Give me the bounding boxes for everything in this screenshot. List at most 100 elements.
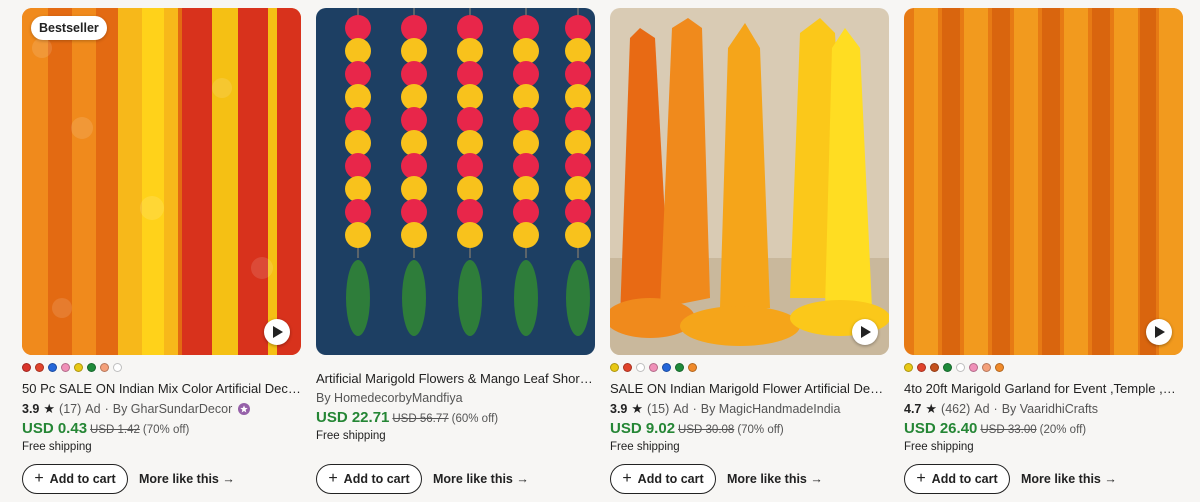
color-swatch[interactable] xyxy=(943,363,952,372)
color-swatches xyxy=(610,363,697,373)
listing-grid: Bestseller 50 Pc SALE ON Indian Mix Colo… xyxy=(22,8,1200,502)
rating-value: 4.7 xyxy=(904,402,922,416)
shop-name[interactable]: By VaaridhiCrafts xyxy=(1002,402,1098,416)
color-swatch[interactable] xyxy=(610,363,619,372)
ad-label: Ad xyxy=(974,402,990,416)
price-row: USD 26.40 USD 33.00 (20% off) xyxy=(904,420,1086,437)
color-swatch[interactable] xyxy=(930,363,939,372)
listing-image[interactable] xyxy=(904,8,1183,355)
listing-image[interactable]: Bestseller xyxy=(22,8,301,355)
more-like-this-link[interactable]: More like this → xyxy=(1021,472,1117,486)
color-swatch[interactable] xyxy=(982,363,991,372)
discount-label: (70% off) xyxy=(737,424,784,436)
star-icon: ★ xyxy=(925,401,938,416)
rating-value: 3.9 xyxy=(22,402,40,416)
original-price: USD 56.77 xyxy=(392,413,449,425)
color-swatch[interactable] xyxy=(904,363,913,372)
shop-name[interactable]: By GharSundarDecor xyxy=(113,402,233,416)
discount-label: (60% off) xyxy=(451,413,499,425)
play-icon xyxy=(861,326,871,338)
rating-row: 4.7 ★ (462) Ad · By VaaridhiCrafts xyxy=(904,401,1098,417)
listing-card[interactable]: 4to 20ft Marigold Garland for Event ,Tem… xyxy=(904,8,1183,502)
add-to-cart-button[interactable]: + Add to cart xyxy=(904,464,1010,494)
color-swatch[interactable] xyxy=(623,363,632,372)
listing-card[interactable]: SALE ON Indian Marigold Flower Artificia… xyxy=(610,8,889,502)
ad-label: Ad xyxy=(673,402,689,416)
color-swatch[interactable] xyxy=(649,363,658,372)
discount-label: (20% off) xyxy=(1039,424,1087,436)
color-swatches xyxy=(22,363,122,373)
more-like-this-link[interactable]: More like this → xyxy=(139,472,235,486)
play-video-button[interactable] xyxy=(852,319,878,345)
add-to-cart-button[interactable]: + Add to cart xyxy=(316,464,422,494)
play-icon xyxy=(1155,326,1165,338)
plus-icon: + xyxy=(328,470,338,487)
garland-photo xyxy=(610,8,889,355)
shop-name[interactable]: By HomedecorbyMandfiya xyxy=(316,391,463,405)
review-count: (15) xyxy=(647,402,670,416)
color-swatch[interactable] xyxy=(35,363,44,372)
sale-price: USD 22.71 xyxy=(316,409,390,426)
color-swatch[interactable] xyxy=(636,363,645,372)
rating-row: 3.9 ★ (15) Ad · By MagicHandmadeIndia xyxy=(610,401,840,417)
color-swatch[interactable] xyxy=(662,363,671,372)
listing-title[interactable]: 4to 20ft Marigold Garland for Event ,Tem… xyxy=(904,381,1183,396)
rating-row: 3.9 ★ (17) Ad · By GharSundarDecor xyxy=(22,401,251,417)
plus-icon: + xyxy=(622,470,632,487)
color-swatch[interactable] xyxy=(969,363,978,372)
original-price: USD 1.42 xyxy=(90,424,140,436)
garland-photo xyxy=(904,8,1183,355)
free-shipping-label: Free shipping xyxy=(610,441,680,453)
dot-separator: · xyxy=(104,402,109,416)
add-to-cart-button[interactable]: + Add to cart xyxy=(610,464,716,494)
color-swatch[interactable] xyxy=(22,363,31,372)
price-row: USD 0.43 USD 1.42 (70% off) xyxy=(22,420,189,437)
discount-label: (70% off) xyxy=(142,424,190,436)
listing-image[interactable] xyxy=(610,8,889,355)
add-to-cart-label: Add to cart xyxy=(637,472,704,486)
free-shipping-label: Free shipping xyxy=(904,441,974,453)
play-icon xyxy=(273,326,283,338)
plus-icon: + xyxy=(916,470,926,487)
add-to-cart-button[interactable]: + Add to cart xyxy=(22,464,128,494)
star-seller-icon xyxy=(238,403,251,415)
bestseller-badge: Bestseller xyxy=(31,16,107,40)
listing-title[interactable]: SALE ON Indian Marigold Flower Artificia… xyxy=(610,381,889,396)
play-video-button[interactable] xyxy=(1146,319,1172,345)
color-swatches xyxy=(904,363,1004,373)
free-shipping-label: Free shipping xyxy=(22,441,92,453)
color-swatch[interactable] xyxy=(48,363,57,372)
star-icon: ★ xyxy=(43,401,56,416)
price-row: USD 9.02 USD 30.08 (70% off) xyxy=(610,420,784,437)
listing-image[interactable] xyxy=(316,8,595,355)
color-swatch[interactable] xyxy=(917,363,926,372)
play-video-button[interactable] xyxy=(264,319,290,345)
plus-icon: + xyxy=(34,470,44,487)
ad-label: Ad xyxy=(85,402,101,416)
review-count: (462) xyxy=(941,402,971,416)
sale-price: USD 26.40 xyxy=(904,420,978,437)
add-to-cart-label: Add to cart xyxy=(343,472,410,486)
more-like-this-link[interactable]: More like this → xyxy=(727,472,823,486)
shop-name[interactable]: By MagicHandmadeIndia xyxy=(701,402,841,416)
dot-separator: · xyxy=(692,402,697,416)
color-swatch[interactable] xyxy=(100,363,109,372)
color-swatch[interactable] xyxy=(74,363,83,372)
color-swatch[interactable] xyxy=(61,363,70,372)
listing-card[interactable]: Bestseller 50 Pc SALE ON Indian Mix Colo… xyxy=(22,8,301,502)
color-swatch[interactable] xyxy=(995,363,1004,372)
color-swatch[interactable] xyxy=(113,363,122,372)
rating-value: 3.9 xyxy=(610,402,628,416)
color-swatch[interactable] xyxy=(675,363,684,372)
color-swatch[interactable] xyxy=(956,363,965,372)
listing-card[interactable]: Artificial Marigold Flowers & Mango Leaf… xyxy=(316,8,595,502)
more-like-this-link[interactable]: More like this → xyxy=(433,472,529,486)
original-price: USD 33.00 xyxy=(980,424,1037,436)
garland-photo xyxy=(316,8,595,355)
listing-title[interactable]: 50 Pc SALE ON Indian Mix Color Artificia… xyxy=(22,381,301,396)
star-icon: ★ xyxy=(631,401,644,416)
review-count: (17) xyxy=(59,402,82,416)
color-swatch[interactable] xyxy=(87,363,96,372)
listing-title[interactable]: Artificial Marigold Flowers & Mango Leaf… xyxy=(316,371,595,386)
color-swatch[interactable] xyxy=(688,363,697,372)
